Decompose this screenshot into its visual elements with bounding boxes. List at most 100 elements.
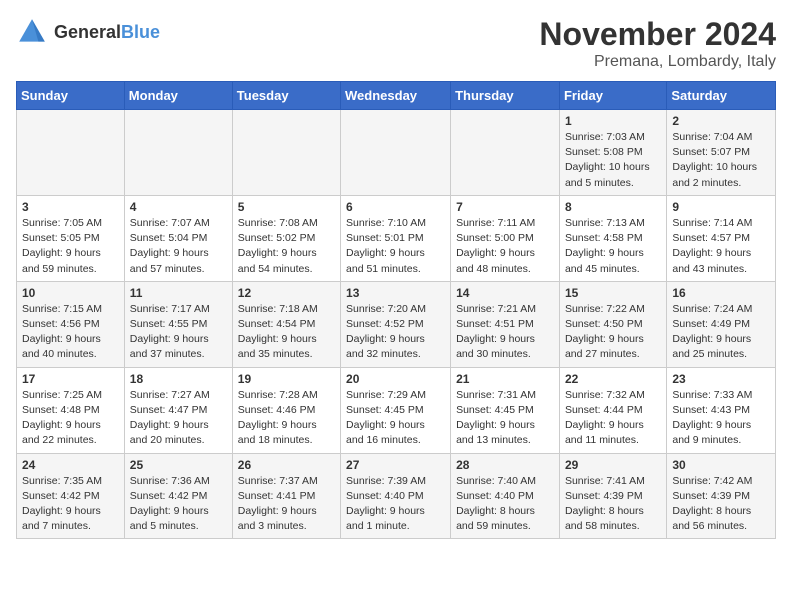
day-info: Sunrise: 7:17 AM Sunset: 4:55 PM Dayligh… <box>130 302 227 363</box>
location-title: Premana, Lombardy, Italy <box>539 53 776 71</box>
calendar-cell: 6 Sunrise: 7:10 AM Sunset: 5:01 PM Daylig… <box>341 195 451 281</box>
day-header-saturday: Saturday <box>667 82 776 110</box>
day-info: Sunrise: 7:39 AM Sunset: 4:40 PM Dayligh… <box>346 474 445 535</box>
day-info: Sunrise: 7:11 AM Sunset: 5:00 PM Dayligh… <box>456 216 554 277</box>
calendar-cell: 23 Sunrise: 7:33 AM Sunset: 4:43 PM Dayli… <box>667 367 776 453</box>
day-number: 1 <box>565 114 661 128</box>
day-number: 30 <box>672 458 770 472</box>
day-info: Sunrise: 7:25 AM Sunset: 4:48 PM Dayligh… <box>22 388 119 449</box>
day-info: Sunrise: 7:03 AM Sunset: 5:08 PM Dayligh… <box>565 130 661 191</box>
day-info: Sunrise: 7:40 AM Sunset: 4:40 PM Dayligh… <box>456 474 554 535</box>
calendar-cell: 9 Sunrise: 7:14 AM Sunset: 4:57 PM Daylig… <box>667 195 776 281</box>
calendar-cell: 14 Sunrise: 7:21 AM Sunset: 4:51 PM Dayli… <box>451 281 560 367</box>
logo-text: GeneralBlue <box>54 22 160 43</box>
month-title: November 2024 <box>539 16 776 53</box>
calendar-cell: 16 Sunrise: 7:24 AM Sunset: 4:49 PM Dayli… <box>667 281 776 367</box>
day-number: 11 <box>130 286 227 300</box>
day-number: 25 <box>130 458 227 472</box>
calendar-cell: 4 Sunrise: 7:07 AM Sunset: 5:04 PM Daylig… <box>124 195 232 281</box>
day-info: Sunrise: 7:20 AM Sunset: 4:52 PM Dayligh… <box>346 302 445 363</box>
calendar-cell: 7 Sunrise: 7:11 AM Sunset: 5:00 PM Daylig… <box>451 195 560 281</box>
day-number: 2 <box>672 114 770 128</box>
week-row-3: 17 Sunrise: 7:25 AM Sunset: 4:48 PM Dayli… <box>17 367 776 453</box>
calendar-cell: 26 Sunrise: 7:37 AM Sunset: 4:41 PM Dayli… <box>232 453 340 539</box>
week-row-4: 24 Sunrise: 7:35 AM Sunset: 4:42 PM Dayli… <box>17 453 776 539</box>
calendar-body: 1 Sunrise: 7:03 AM Sunset: 5:08 PM Daylig… <box>17 110 776 539</box>
day-header-wednesday: Wednesday <box>341 82 451 110</box>
day-number: 7 <box>456 200 554 214</box>
calendar-cell: 24 Sunrise: 7:35 AM Sunset: 4:42 PM Dayli… <box>17 453 125 539</box>
calendar-cell <box>232 110 340 196</box>
logo-general: General <box>54 22 121 42</box>
day-info: Sunrise: 7:08 AM Sunset: 5:02 PM Dayligh… <box>238 216 335 277</box>
week-row-2: 10 Sunrise: 7:15 AM Sunset: 4:56 PM Dayli… <box>17 281 776 367</box>
day-info: Sunrise: 7:21 AM Sunset: 4:51 PM Dayligh… <box>456 302 554 363</box>
day-header-tuesday: Tuesday <box>232 82 340 110</box>
day-info: Sunrise: 7:15 AM Sunset: 4:56 PM Dayligh… <box>22 302 119 363</box>
day-header-friday: Friday <box>559 82 666 110</box>
day-number: 23 <box>672 372 770 386</box>
header-row: SundayMondayTuesdayWednesdayThursdayFrid… <box>17 82 776 110</box>
calendar-cell <box>124 110 232 196</box>
day-info: Sunrise: 7:22 AM Sunset: 4:50 PM Dayligh… <box>565 302 661 363</box>
day-info: Sunrise: 7:37 AM Sunset: 4:41 PM Dayligh… <box>238 474 335 535</box>
day-info: Sunrise: 7:32 AM Sunset: 4:44 PM Dayligh… <box>565 388 661 449</box>
calendar-cell <box>451 110 560 196</box>
day-number: 6 <box>346 200 445 214</box>
day-number: 12 <box>238 286 335 300</box>
day-info: Sunrise: 7:07 AM Sunset: 5:04 PM Dayligh… <box>130 216 227 277</box>
day-info: Sunrise: 7:42 AM Sunset: 4:39 PM Dayligh… <box>672 474 770 535</box>
day-number: 20 <box>346 372 445 386</box>
day-number: 3 <box>22 200 119 214</box>
day-info: Sunrise: 7:10 AM Sunset: 5:01 PM Dayligh… <box>346 216 445 277</box>
day-number: 10 <box>22 286 119 300</box>
day-info: Sunrise: 7:36 AM Sunset: 4:42 PM Dayligh… <box>130 474 227 535</box>
day-info: Sunrise: 7:24 AM Sunset: 4:49 PM Dayligh… <box>672 302 770 363</box>
day-info: Sunrise: 7:35 AM Sunset: 4:42 PM Dayligh… <box>22 474 119 535</box>
calendar-cell: 2 Sunrise: 7:04 AM Sunset: 5:07 PM Daylig… <box>667 110 776 196</box>
title-area: November 2024 Premana, Lombardy, Italy <box>539 16 776 71</box>
calendar-cell: 17 Sunrise: 7:25 AM Sunset: 4:48 PM Dayli… <box>17 367 125 453</box>
calendar-cell: 30 Sunrise: 7:42 AM Sunset: 4:39 PM Dayli… <box>667 453 776 539</box>
calendar-cell: 8Sunrise: 7:13 AM Sunset: 4:58 PM Daylig… <box>559 195 666 281</box>
day-number: 16 <box>672 286 770 300</box>
day-number: 26 <box>238 458 335 472</box>
calendar-cell: 22Sunrise: 7:32 AM Sunset: 4:44 PM Dayli… <box>559 367 666 453</box>
calendar-cell: 5 Sunrise: 7:08 AM Sunset: 5:02 PM Daylig… <box>232 195 340 281</box>
day-info: Sunrise: 7:27 AM Sunset: 4:47 PM Dayligh… <box>130 388 227 449</box>
calendar-cell <box>341 110 451 196</box>
day-number: 27 <box>346 458 445 472</box>
day-number: 19 <box>238 372 335 386</box>
day-info: Sunrise: 7:05 AM Sunset: 5:05 PM Dayligh… <box>22 216 119 277</box>
day-number: 14 <box>456 286 554 300</box>
calendar: SundayMondayTuesdayWednesdayThursdayFrid… <box>16 81 776 539</box>
day-info: Sunrise: 7:13 AM Sunset: 4:58 PM Dayligh… <box>565 216 661 277</box>
day-number: 4 <box>130 200 227 214</box>
calendar-cell: 18 Sunrise: 7:27 AM Sunset: 4:47 PM Dayli… <box>124 367 232 453</box>
day-info: Sunrise: 7:14 AM Sunset: 4:57 PM Dayligh… <box>672 216 770 277</box>
calendar-cell: 19 Sunrise: 7:28 AM Sunset: 4:46 PM Dayli… <box>232 367 340 453</box>
day-info: Sunrise: 7:33 AM Sunset: 4:43 PM Dayligh… <box>672 388 770 449</box>
day-number: 24 <box>22 458 119 472</box>
logo-blue: Blue <box>121 22 160 42</box>
calendar-cell: 15Sunrise: 7:22 AM Sunset: 4:50 PM Dayli… <box>559 281 666 367</box>
logo: GeneralBlue <box>16 16 160 48</box>
day-info: Sunrise: 7:28 AM Sunset: 4:46 PM Dayligh… <box>238 388 335 449</box>
calendar-cell <box>17 110 125 196</box>
day-number: 13 <box>346 286 445 300</box>
calendar-cell: 25 Sunrise: 7:36 AM Sunset: 4:42 PM Dayli… <box>124 453 232 539</box>
day-number: 18 <box>130 372 227 386</box>
day-info: Sunrise: 7:04 AM Sunset: 5:07 PM Dayligh… <box>672 130 770 191</box>
day-number: 28 <box>456 458 554 472</box>
day-info: Sunrise: 7:31 AM Sunset: 4:45 PM Dayligh… <box>456 388 554 449</box>
week-row-0: 1 Sunrise: 7:03 AM Sunset: 5:08 PM Daylig… <box>17 110 776 196</box>
day-number: 17 <box>22 372 119 386</box>
logo-icon <box>16 16 48 48</box>
calendar-cell: 13 Sunrise: 7:20 AM Sunset: 4:52 PM Dayli… <box>341 281 451 367</box>
day-header-thursday: Thursday <box>451 82 560 110</box>
calendar-cell: 29Sunrise: 7:41 AM Sunset: 4:39 PM Dayli… <box>559 453 666 539</box>
week-row-1: 3 Sunrise: 7:05 AM Sunset: 5:05 PM Daylig… <box>17 195 776 281</box>
day-header-sunday: Sunday <box>17 82 125 110</box>
day-number: 5 <box>238 200 335 214</box>
day-number: 9 <box>672 200 770 214</box>
